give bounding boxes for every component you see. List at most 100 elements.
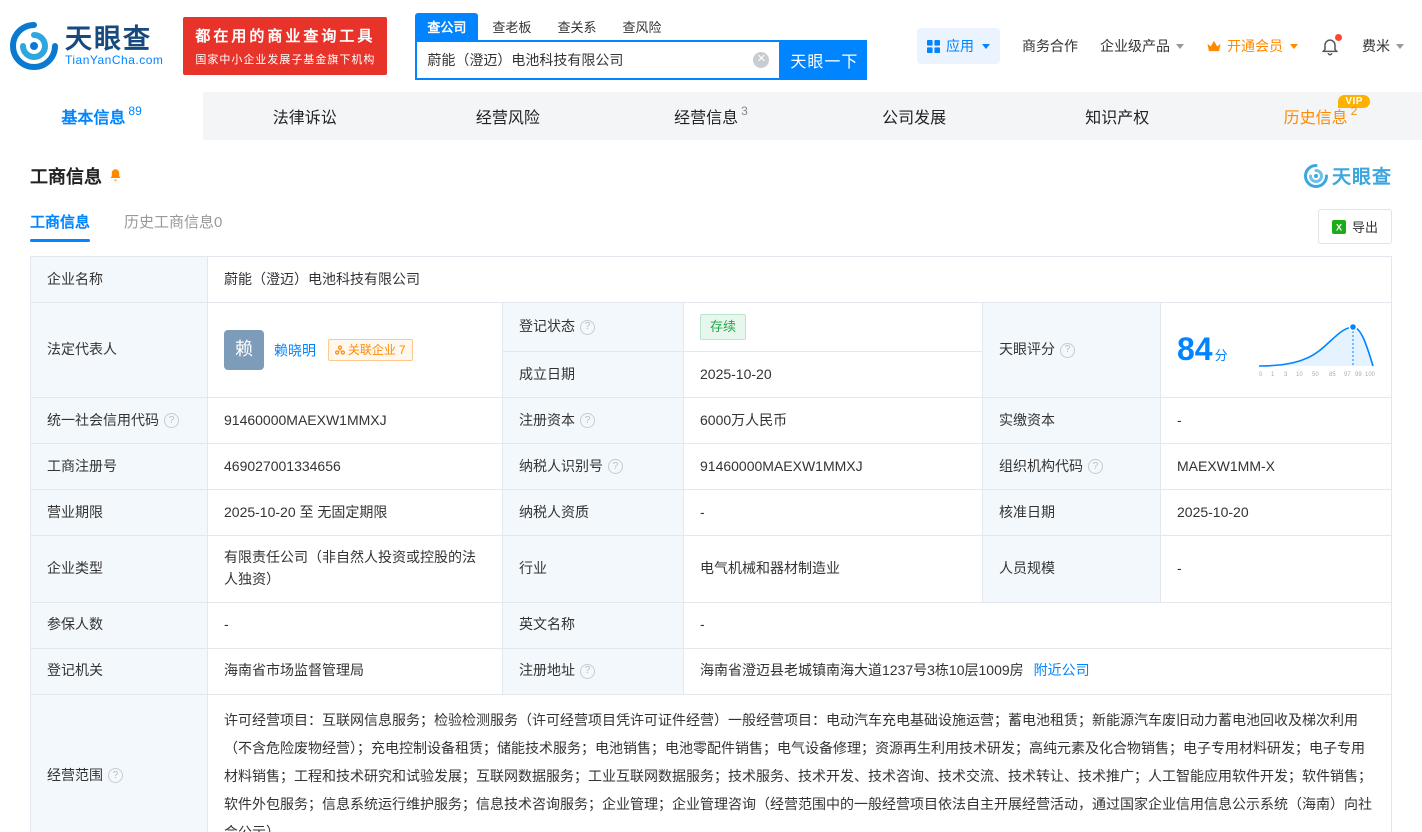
search-tab-company[interactable]: 查公司 xyxy=(415,12,479,40)
field-value-english-name: - xyxy=(684,602,1392,649)
tab-legal-proceedings[interactable]: 法律诉讼 xyxy=(203,92,406,140)
subscribe-bell-icon[interactable] xyxy=(108,168,123,183)
legal-rep-avatar[interactable]: 赖 xyxy=(224,330,264,371)
value-text: - xyxy=(700,503,705,520)
label-text: 登记机关 xyxy=(47,662,103,679)
enterprise-products-link[interactable]: 企业级产品 xyxy=(1100,36,1184,56)
search-bar: ✕ 天眼一下 xyxy=(415,39,868,80)
label-text: 注册资本 xyxy=(519,411,575,428)
svg-text:50: 50 xyxy=(1312,372,1319,378)
tianyancha-logo[interactable]: 天眼查 TianYanCha.com xyxy=(10,22,163,70)
section-title: 工商信息 xyxy=(30,163,123,189)
username: 费米 xyxy=(1362,38,1390,54)
help-icon[interactable]: ? xyxy=(1060,342,1075,358)
help-icon[interactable]: ? xyxy=(608,459,623,475)
related-companies-label: 关联企业 xyxy=(347,342,396,357)
tab-basic-info[interactable]: 基本信息 89 xyxy=(0,92,204,140)
nearby-companies-link[interactable]: 附近公司 xyxy=(1034,660,1090,682)
field-value-taxpayer-id: 91460000MAEXW1MMXJ xyxy=(684,444,983,491)
subtab-business-info[interactable]: 工商信息 xyxy=(30,211,91,242)
label-text: 纳税人识别号 xyxy=(519,457,603,474)
brand-name: 天眼查 xyxy=(65,23,152,54)
business-cooperation-link[interactable]: 商务合作 xyxy=(1022,36,1078,56)
field-label-approval-date: 核准日期 xyxy=(983,490,1161,537)
score-unit: 分 xyxy=(1214,348,1228,364)
field-value-score[interactable]: 84 分 0 1 3 10 50 85 97 99 100 xyxy=(1161,303,1392,399)
value-text: 2025-10-20 xyxy=(700,365,772,382)
notifications-bell[interactable] xyxy=(1320,34,1342,56)
watermark-text: 天眼查 xyxy=(1331,167,1392,188)
field-label-insured-count: 参保人数 xyxy=(31,602,208,649)
field-label-legal-rep: 法定代表人 xyxy=(31,303,208,399)
legal-rep-link[interactable]: 赖晓明 xyxy=(274,342,316,358)
help-icon[interactable]: ? xyxy=(580,319,595,335)
field-label-taxpayer-qualification: 纳税人资质 xyxy=(503,490,684,537)
chevron-down-icon xyxy=(1176,43,1184,49)
search-tab-relation[interactable]: 查关系 xyxy=(545,13,608,40)
tab-company-development[interactable]: 公司发展 xyxy=(813,92,1016,140)
tab-operation-info[interactable]: 经营信息 3 xyxy=(609,92,812,140)
help-icon[interactable]: ? xyxy=(164,413,179,429)
help-icon[interactable]: ? xyxy=(580,413,595,429)
subtab-history-business-info[interactable]: 历史工商信息0 xyxy=(124,211,222,242)
tab-intellectual-property[interactable]: 知识产权 xyxy=(1016,92,1219,140)
tab-count: 2 xyxy=(1350,104,1358,118)
field-value-paid-in-capital: - xyxy=(1161,398,1392,445)
label-text: 成立日期 xyxy=(519,365,575,382)
legal-rep-info: 赖晓明 关联企业 7 xyxy=(274,338,413,362)
business-info-section: 工商信息 天眼查 工商信息 历史工商信息0 X 导出 企业名称 蔚能（澄迈）电池… xyxy=(0,162,1422,832)
related-companies-badge[interactable]: 关联企业 7 xyxy=(327,338,413,362)
field-label-taxpayer-id: 纳税人识别号 ? xyxy=(503,444,684,491)
search-tab-risk[interactable]: 查风险 xyxy=(610,13,673,40)
export-button[interactable]: X 导出 xyxy=(1317,209,1392,244)
value-text: 有限责任公司（非自然人投资或控股的法人独资） xyxy=(224,549,476,587)
crown-icon xyxy=(1207,40,1221,51)
field-value-insured-count: - xyxy=(208,602,503,649)
open-vip-label: 开通会员 xyxy=(1227,38,1283,54)
value-text: MAEXW1MM-X xyxy=(1177,457,1275,474)
tab-operation-risk[interactable]: 经营风险 xyxy=(406,92,609,140)
score-axis-ticks: 0 1 3 10 50 85 97 99 100 xyxy=(1259,372,1375,378)
field-label-credit-code: 统一社会信用代码 ? xyxy=(31,398,208,445)
search-input[interactable] xyxy=(427,51,754,68)
apps-label: 应用 xyxy=(946,38,974,54)
user-menu[interactable]: 费米 xyxy=(1362,36,1404,56)
field-value-registered-address: 海南省澄迈县老城镇南海大道1237号3栋10层1009房 附近公司 xyxy=(684,648,1392,695)
field-value-company-type: 有限责任公司（非自然人投资或控股的法人独资） xyxy=(208,536,503,603)
search-tab-boss[interactable]: 查老板 xyxy=(480,13,543,40)
field-value-business-scope: 许可经营项目：互联网信息服务；检验检测服务（许可经营项目凭许可证件经营）一般经营… xyxy=(208,694,1392,832)
help-icon[interactable]: ? xyxy=(108,768,123,784)
value-text: 469027001334656 xyxy=(224,457,341,474)
value-text: 2025-10-20 至 无固定期限 xyxy=(224,503,388,520)
tab-count: 3 xyxy=(741,104,748,118)
field-value-business-term: 2025-10-20 至 无固定期限 xyxy=(208,490,503,537)
label-text: 天眼评分 xyxy=(999,341,1055,358)
help-icon[interactable]: ? xyxy=(580,663,595,679)
clear-search-icon[interactable]: ✕ xyxy=(753,51,770,68)
field-value-credit-code: 91460000MAEXW1MMXJ xyxy=(208,398,503,445)
brand-domain: TianYanCha.com xyxy=(65,53,164,68)
field-value-reg-status: 存续 xyxy=(684,303,983,353)
company-info-table: 企业名称 蔚能（澄迈）电池科技有限公司 法定代表人 赖 赖晓明 关联企业 7 登… xyxy=(30,256,1392,832)
section-head: 工商信息 天眼查 xyxy=(30,162,1392,189)
field-label-score: 天眼评分 ? xyxy=(983,303,1161,399)
label-text: 行业 xyxy=(519,559,547,576)
label-text: 工商注册号 xyxy=(47,457,117,474)
svg-text:100: 100 xyxy=(1365,372,1375,378)
tab-label: 基本信息 xyxy=(61,110,126,127)
tianyancha-watermark: 天眼查 xyxy=(1304,162,1392,189)
related-companies-count: 7 xyxy=(398,342,406,357)
open-vip-link[interactable]: 开通会员 xyxy=(1206,36,1298,56)
subtabs-row: 工商信息 历史工商信息0 X 导出 xyxy=(30,209,1392,244)
apps-menu[interactable]: 应用 xyxy=(917,28,1000,64)
excel-icon: X xyxy=(1331,219,1346,234)
search-button[interactable]: 天眼一下 xyxy=(781,39,868,80)
section-title-text: 工商信息 xyxy=(30,166,102,187)
svg-text:10: 10 xyxy=(1296,372,1303,378)
field-label-industry: 行业 xyxy=(503,536,684,603)
field-value-established: 2025-10-20 xyxy=(684,352,983,399)
tab-history-info[interactable]: VIP 历史信息 2 xyxy=(1219,92,1422,140)
help-icon[interactable]: ? xyxy=(1088,459,1103,475)
value-text: 91460000MAEXW1MMXJ xyxy=(700,457,863,474)
label-text: 纳税人资质 xyxy=(519,503,589,520)
